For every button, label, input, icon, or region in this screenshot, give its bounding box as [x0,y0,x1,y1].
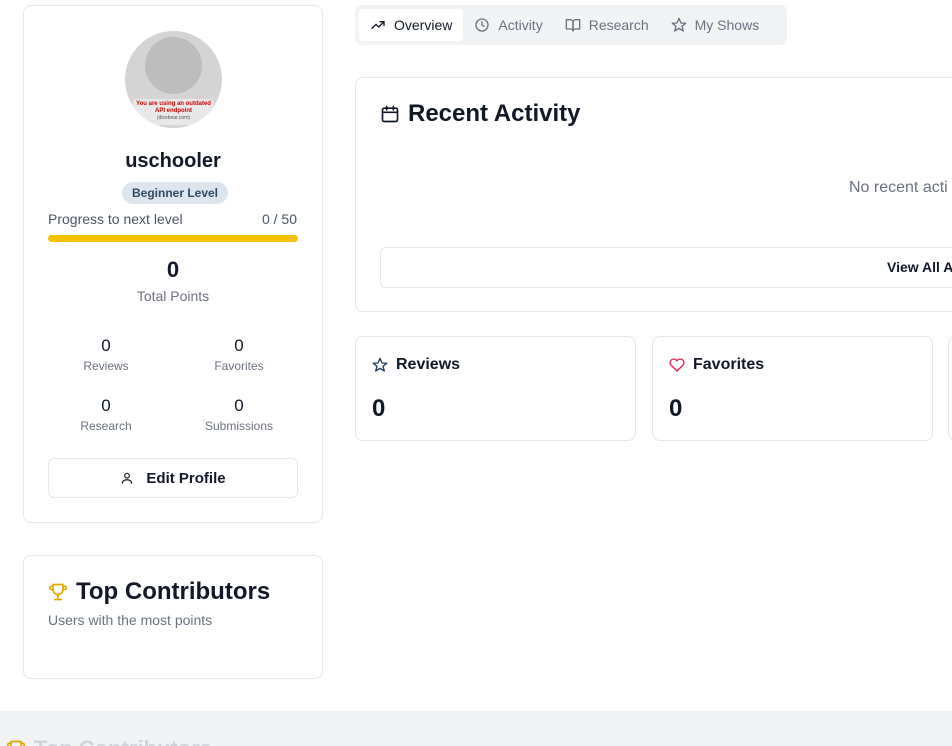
trending-up-icon [370,17,386,33]
trophy-icon [48,582,68,602]
top-contributors-card: Top Contributors Users with the most poi… [23,555,323,679]
stat-label: Favorites [214,359,264,373]
stat-reviews: 0 Reviews [46,336,166,373]
reviews-count: 0 [372,395,386,422]
top-contributors-title: Top Contributors [76,578,271,605]
reviews-card: Reviews 0 [355,336,636,441]
top-contributors-subtitle: Users with the most points [48,612,213,628]
recent-activity-card: Recent Activity No recent acti View All … [355,77,952,312]
top-contributors-heading: Top Contributors [48,578,270,606]
total-points-label: Total Points [136,288,210,304]
stat-submissions: 0 Submissions [179,396,299,433]
avatar-head-shape [145,37,202,94]
total-points-value: 0 [166,257,180,282]
stat-value: 0 [101,336,111,355]
profile-tabs: Overview Activity Research My Shows [355,5,787,45]
star-icon [671,17,687,33]
no-activity-message: No recent acti [849,179,948,196]
progress-bar [48,235,298,242]
profile-card: You are using an outdated API endpoint (… [23,5,323,523]
progress-label: Progress to next level [48,211,183,227]
view-all-activity-button[interactable]: View All A [380,247,952,288]
avatar-warning: You are using an outdated API endpoint (… [133,99,214,125]
stat-label: Research [80,419,132,433]
favorites-count: 0 [669,395,683,422]
user-icon [120,471,134,485]
tab-activity[interactable]: Activity [463,9,553,41]
research-card-partial [948,336,952,441]
profile-page: You are using an outdated API endpoint (… [0,0,952,746]
tab-my-shows[interactable]: My Shows [660,9,771,41]
recent-activity-heading: Recent Activity [380,100,581,128]
tab-label: Overview [394,17,453,33]
trophy-icon [6,739,26,746]
progress-value: 0 / 50 [261,211,297,227]
favorites-card-heading: Favorites [669,356,764,374]
book-open-icon [565,17,581,33]
stat-value: 0 [101,396,111,415]
heart-icon [669,357,685,373]
reviews-card-title: Reviews [396,356,461,373]
stat-label: Reviews [83,359,129,373]
avatar: You are using an outdated API endpoint (… [125,31,222,128]
favorites-card: Favorites 0 [652,336,933,441]
star-icon [372,357,388,373]
stat-label: Submissions [204,419,274,433]
tab-label: Research [588,17,649,33]
level-badge: Beginner Level [122,182,228,204]
tab-label: My Shows [694,17,760,33]
clock-icon [474,17,490,33]
avatar-warning-text: You are using an outdated API endpoint [136,101,211,114]
bottom-top-contributors-title: Top Contributors [34,736,212,746]
stat-value: 0 [234,336,244,355]
tab-label: Activity [498,17,543,33]
avatar-warning-source: (dicebear.com) [156,115,191,121]
recent-activity-title: Recent Activity [408,100,581,127]
edit-profile-button[interactable]: Edit Profile [48,458,298,498]
stat-research: 0 Research [46,396,166,433]
username: uschooler [125,150,221,172]
bottom-top-contributors-heading: Top Contributors [6,736,212,746]
edit-profile-label: Edit Profile [146,469,226,487]
progress-fill [48,235,298,242]
favorites-card-title: Favorites [693,356,765,373]
reviews-card-heading: Reviews [372,356,460,374]
bottom-section: Top Contributors [0,711,952,746]
tab-overview[interactable]: Overview [359,9,464,41]
stat-favorites: 0 Favorites [179,336,299,373]
tab-research[interactable]: Research [554,9,660,41]
stat-value: 0 [234,396,244,415]
calendar-icon [380,104,400,124]
